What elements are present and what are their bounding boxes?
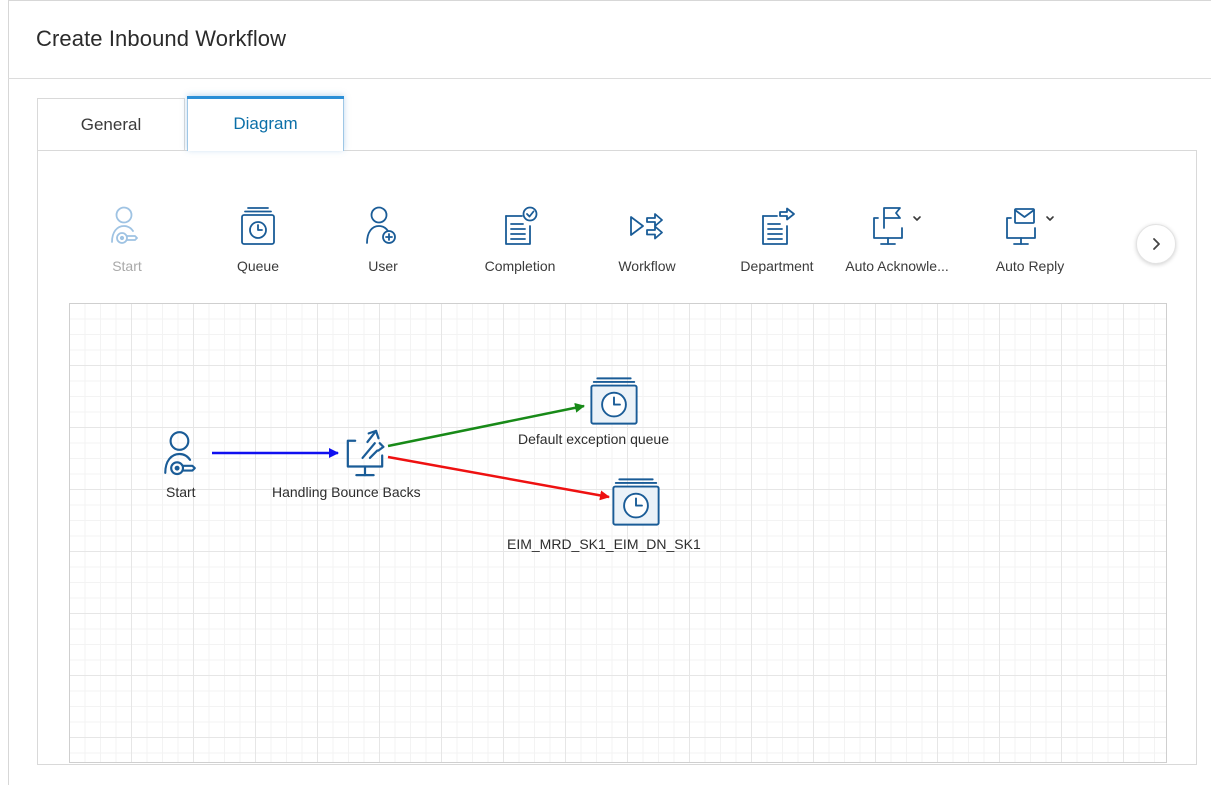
palette-completion-label: Completion [484, 258, 556, 274]
tab-general[interactable]: General [37, 98, 185, 150]
palette-completion[interactable]: Completion [465, 202, 575, 274]
palette-queue[interactable]: Queue [203, 202, 313, 274]
palette-next-button[interactable] [1136, 224, 1176, 264]
node-default-exception-queue[interactable] [587, 376, 641, 431]
node-handling-bounce-backs[interactable] [338, 426, 392, 485]
start-icon [72, 202, 182, 250]
add-user-icon [328, 202, 438, 250]
node-handling-bounce-backs-label: Handling Bounce Backs [272, 484, 421, 500]
palette-auto-reply[interactable]: Auto Reply [975, 202, 1085, 274]
queue-icon [203, 202, 313, 250]
header-divider [8, 78, 1211, 79]
edge-bounce-to-eim-queue[interactable] [387, 455, 610, 501]
diagram-canvas[interactable]: Start Handling Bounce Backs Default exce… [69, 303, 1167, 763]
node-eim-queue[interactable] [609, 477, 663, 532]
auto-acknowledgement-icon [842, 202, 952, 250]
palette-department-label: Department [740, 258, 814, 274]
department-icon [722, 202, 832, 250]
completion-icon [465, 202, 575, 250]
node-start[interactable] [157, 428, 209, 485]
connections [212, 402, 610, 501]
tab-diagram[interactable]: Diagram [187, 96, 344, 151]
palette-auto-reply-label: Auto Reply [995, 258, 1065, 274]
palette-start-label: Start [112, 258, 142, 274]
palette-user[interactable]: User [328, 202, 438, 274]
palette-start[interactable]: Start [72, 202, 182, 274]
palette-department[interactable]: Department [722, 202, 832, 274]
start-icon [164, 431, 196, 476]
palette-auto-acknowledgement-label: Auto Acknowle... [845, 258, 949, 274]
routing-icon [346, 429, 385, 477]
chevron-right-icon [1153, 238, 1160, 250]
palette-queue-label: Queue [236, 258, 280, 274]
page-title: Create Inbound Workflow [36, 26, 287, 51]
tab-general-label: General [80, 114, 142, 134]
auto-reply-icon [975, 202, 1085, 250]
palette-workflow[interactable]: Workflow [592, 202, 702, 274]
palette-auto-acknowledgement[interactable]: Auto Acknowle... [842, 202, 952, 274]
palette-user-label: User [368, 258, 398, 274]
queue-icon [590, 377, 638, 425]
node-start-label: Start [166, 484, 196, 500]
node-default-exception-queue-label: Default exception queue [518, 431, 669, 447]
frame-border [8, 0, 9, 785]
node-eim-queue-label: EIM_MRD_SK1_EIM_DN_SK1 [507, 536, 701, 552]
tab-diagram-label: Diagram [233, 114, 298, 133]
palette-workflow-label: Workflow [618, 258, 676, 274]
workflow-icon [592, 202, 702, 250]
frame-border-top [8, 0, 1211, 1]
queue-icon [612, 478, 660, 526]
